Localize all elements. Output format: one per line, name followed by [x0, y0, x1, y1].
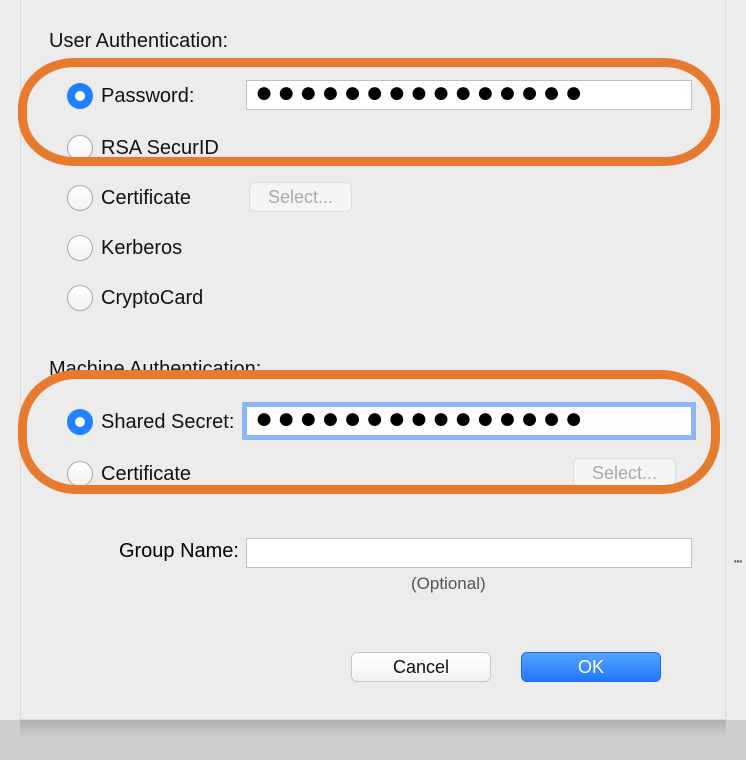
cancel-button-label: Cancel [393, 657, 449, 678]
user-certificate-select-label: Select... [268, 187, 333, 208]
machine-certificate-select-button: Select... [573, 458, 676, 488]
group-name-field[interactable] [246, 538, 692, 568]
radio-kerberos-label: Kerberos [101, 237, 182, 260]
user-auth-heading: User Authentication: [49, 30, 228, 53]
machine-auth-heading: Machine Authentication: [49, 358, 261, 381]
user-auth-certificate-row[interactable]: Certificate [67, 178, 191, 218]
user-auth-rsa-row[interactable]: RSA SecurID [67, 128, 219, 168]
radio-cryptocard-label: CryptoCard [101, 287, 203, 310]
radio-user-certificate-label: Certificate [101, 187, 191, 210]
group-name-optional: (Optional) [411, 574, 486, 594]
sheet-drop-shadow [20, 720, 726, 738]
ok-button[interactable]: OK [521, 652, 661, 682]
auth-settings-sheet: User Authentication: Password: ●●●●●●●●●… [20, 0, 726, 720]
user-auth-cryptocard-row[interactable]: CryptoCard [67, 278, 203, 318]
radio-user-certificate[interactable] [67, 185, 93, 211]
window-resize-indicator: ··· [732, 550, 744, 573]
password-field[interactable]: ●●●●●●●●●●●●●●● [246, 80, 692, 110]
radio-cryptocard[interactable] [67, 285, 93, 311]
radio-rsa-securid-label: RSA SecurID [101, 137, 219, 160]
cancel-button[interactable]: Cancel [351, 652, 491, 682]
shared-secret-value: ●●●●●●●●●●●●●●● [255, 408, 587, 430]
radio-machine-certificate-label: Certificate [101, 463, 191, 486]
ok-button-label: OK [578, 657, 604, 678]
machine-certificate-select-label: Select... [592, 463, 657, 484]
radio-password-label: Password: [101, 85, 194, 108]
radio-machine-certificate[interactable] [67, 461, 93, 487]
user-auth-kerberos-row[interactable]: Kerberos [67, 228, 182, 268]
shared-secret-field[interactable]: ●●●●●●●●●●●●●●● [246, 406, 692, 436]
radio-shared-secret-label: Shared Secret: [101, 411, 234, 434]
user-certificate-select-button: Select... [249, 182, 352, 212]
radio-password[interactable] [67, 83, 93, 109]
machine-auth-certificate-row[interactable]: Certificate [67, 454, 191, 494]
user-auth-password-row[interactable]: Password: [67, 76, 194, 116]
group-name-label: Group Name: [101, 540, 239, 563]
radio-shared-secret[interactable] [67, 409, 93, 435]
radio-kerberos[interactable] [67, 235, 93, 261]
password-value: ●●●●●●●●●●●●●●● [255, 82, 587, 104]
radio-rsa-securid[interactable] [67, 135, 93, 161]
machine-auth-shared-secret-row[interactable]: Shared Secret: [67, 402, 234, 442]
